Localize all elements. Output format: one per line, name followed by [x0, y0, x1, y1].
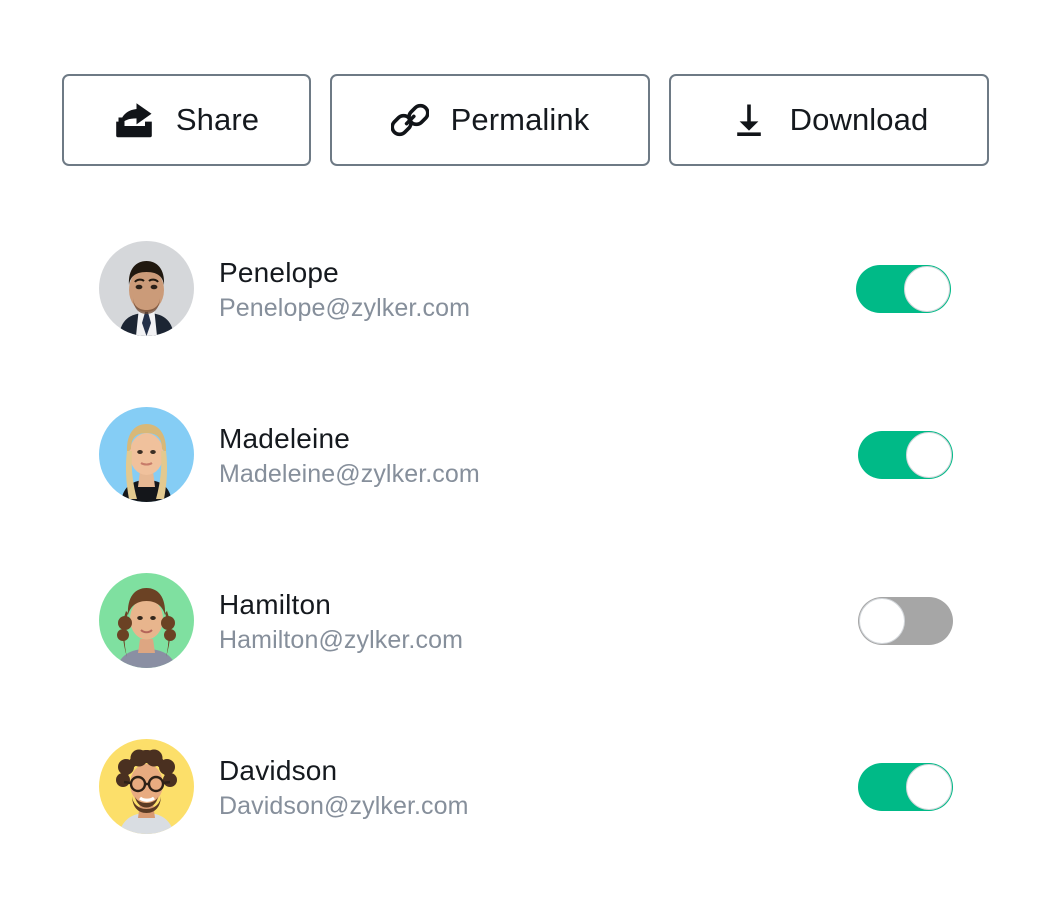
permalink-button-label: Permalink	[450, 102, 590, 137]
avatar	[99, 241, 194, 336]
toggle-knob	[906, 432, 952, 478]
user-toggle[interactable]	[856, 265, 951, 313]
user-email: Madeleine@zylker.com	[219, 460, 480, 489]
user-name: Davidson	[219, 755, 338, 786]
toggle-knob	[906, 764, 952, 810]
user-email: Penelope@zylker.com	[219, 294, 471, 323]
user-email: Davidson@zylker.com	[219, 792, 469, 821]
user-name: Madeleine	[219, 423, 350, 454]
user-info: Hamilton Hamilton@zylker.com	[219, 590, 463, 654]
user-list: Penelope Penelope@zylker.com Madeleine M…	[0, 224, 1054, 888]
avatar	[99, 573, 194, 668]
link-icon	[390, 101, 429, 139]
user-email: Hamilton@zylker.com	[219, 626, 464, 655]
share-button[interactable]: Share	[62, 74, 311, 166]
user-row: Davidson Davidson@zylker.com	[0, 722, 1054, 888]
share-button-label: Share	[175, 102, 260, 137]
user-name: Penelope	[219, 257, 339, 288]
share-icon	[114, 102, 154, 138]
avatar	[99, 407, 194, 502]
permalink-button[interactable]: Permalink	[330, 74, 650, 166]
toggle-knob	[904, 266, 950, 312]
user-name: Hamilton	[219, 589, 332, 620]
user-row: Hamilton Hamilton@zylker.com	[0, 556, 1054, 722]
download-icon	[730, 101, 768, 139]
toggle-knob	[859, 598, 905, 644]
avatar	[99, 739, 194, 834]
user-toggle[interactable]	[858, 431, 953, 479]
user-row: Penelope Penelope@zylker.com	[0, 224, 1054, 390]
user-info: Madeleine Madeleine@zylker.com	[219, 424, 480, 488]
user-info: Davidson Davidson@zylker.com	[219, 756, 469, 820]
download-button-label: Download	[789, 102, 929, 137]
user-toggle[interactable]	[858, 763, 953, 811]
user-info: Penelope Penelope@zylker.com	[219, 258, 470, 322]
download-button[interactable]: Download	[669, 74, 989, 166]
user-row: Madeleine Madeleine@zylker.com	[0, 390, 1054, 556]
action-toolbar: Share Permalink Download	[62, 74, 989, 166]
user-toggle[interactable]	[858, 597, 953, 645]
